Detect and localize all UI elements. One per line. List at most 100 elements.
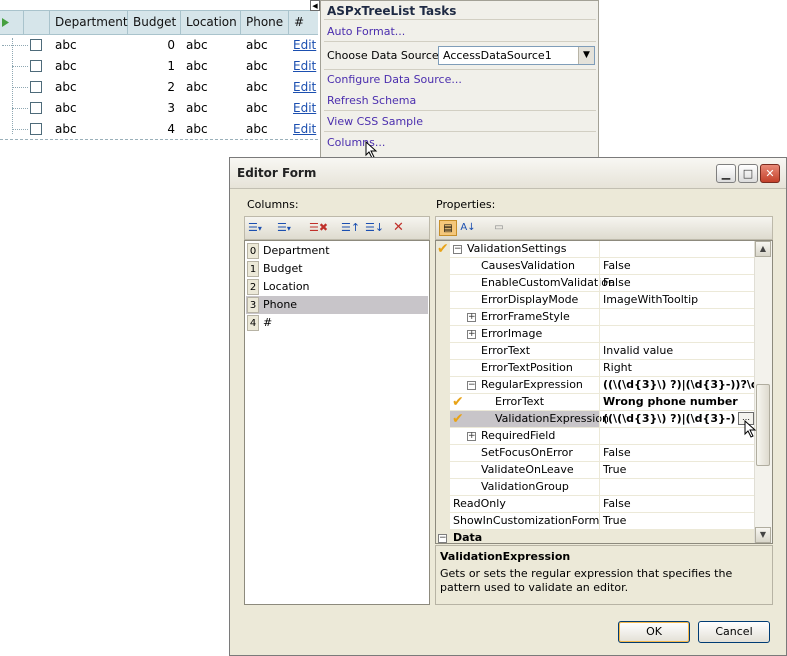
column-name: Department: [263, 244, 330, 257]
separator: [324, 131, 596, 132]
property-value[interactable]: [599, 479, 756, 495]
row-checkbox[interactable]: [30, 81, 42, 93]
title-bar[interactable]: Editor Form ▁ □ ✕: [230, 158, 786, 189]
category-row[interactable]: − Data: [436, 530, 756, 543]
column-header-phone[interactable]: Phone: [241, 11, 289, 34]
property-value[interactable]: [599, 326, 756, 342]
list-item[interactable]: 2 Location: [246, 278, 428, 296]
property-row[interactable]: + ErrorImage: [436, 326, 756, 343]
property-row[interactable]: ShowInCustomizationForm True: [436, 513, 756, 530]
remove-column-button[interactable]: ☰✖: [309, 220, 328, 236]
property-grid: ✔ − ValidationSettings CausesValidation …: [435, 240, 773, 544]
property-value[interactable]: False: [599, 275, 756, 291]
property-value[interactable]: [599, 428, 756, 444]
ok-button[interactable]: OK: [618, 621, 690, 643]
move-up-button[interactable]: ☰↑: [341, 220, 360, 236]
minimize-button[interactable]: ▁: [716, 164, 736, 183]
column-header-location[interactable]: Location: [181, 11, 241, 34]
property-value[interactable]: Invalid value: [599, 343, 756, 359]
property-row[interactable]: ✔ ErrorText Wrong phone number: [436, 394, 756, 411]
property-row-selected[interactable]: ✔ ValidationExpression ((\(\d{3}\) ?)|(\…: [436, 411, 756, 428]
scroll-down-icon[interactable]: ▼: [755, 527, 771, 543]
edit-link[interactable]: Edit: [293, 98, 316, 119]
edit-link[interactable]: Edit: [293, 56, 316, 77]
maximize-button[interactable]: □: [738, 164, 758, 183]
close-button[interactable]: ✕: [760, 164, 780, 183]
delete-button[interactable]: ✕: [393, 220, 404, 236]
view-css-sample-link[interactable]: View CSS Sample: [327, 115, 423, 128]
chevron-down-icon[interactable]: ▼: [578, 47, 594, 64]
property-row[interactable]: ErrorDisplayMode ImageWithTooltip: [436, 292, 756, 309]
property-value[interactable]: [599, 309, 756, 325]
property-value[interactable]: [599, 241, 756, 257]
row-margin: [436, 462, 450, 479]
expand-icon[interactable]: +: [467, 432, 476, 441]
expand-icon[interactable]: +: [467, 330, 476, 339]
column-name: Phone: [263, 298, 298, 311]
cancel-button[interactable]: Cancel: [698, 621, 770, 643]
property-value[interactable]: False: [599, 258, 756, 274]
row-checkbox[interactable]: [30, 60, 42, 72]
configure-data-source-link[interactable]: Configure Data Source...: [327, 73, 462, 86]
move-down-button[interactable]: ☰↓: [365, 220, 384, 236]
property-value[interactable]: ((\(\d{3}\) ?)|(\d{3}-): [599, 411, 756, 427]
collapse-icon[interactable]: −: [467, 381, 476, 390]
categorized-button[interactable]: ▤: [439, 220, 457, 236]
property-row[interactable]: ReadOnly False: [436, 496, 756, 513]
expand-arrow-icon[interactable]: [2, 18, 9, 27]
description-title: ValidationExpression: [440, 550, 571, 563]
row-checkbox[interactable]: [30, 102, 42, 114]
list-item[interactable]: 0 Department: [246, 242, 428, 260]
vertical-scrollbar[interactable]: ▲ ▼: [754, 241, 772, 543]
scroll-up-icon[interactable]: ▲: [755, 241, 771, 257]
edit-link[interactable]: Edit: [293, 77, 316, 98]
property-value[interactable]: ((\(\d{3}\) ?)|(\d{3}-))?\d: [599, 377, 756, 393]
alphabetical-button[interactable]: A↓: [459, 220, 477, 236]
list-item-selected[interactable]: 3 Phone: [246, 296, 428, 314]
row-checkbox[interactable]: [30, 39, 42, 51]
column-header-department[interactable]: Department: [50, 11, 128, 34]
collapse-icon[interactable]: −: [453, 245, 462, 254]
property-value[interactable]: False: [599, 496, 756, 512]
property-row[interactable]: EnableCustomValidation False: [436, 275, 756, 292]
property-row[interactable]: + ErrorFrameStyle: [436, 309, 756, 326]
insert-column-button[interactable]: ☰▾: [277, 220, 291, 236]
list-item[interactable]: 4 #: [246, 314, 428, 332]
data-source-select[interactable]: AccessDataSource1 ▼: [438, 46, 595, 65]
auto-format-link[interactable]: Auto Format...: [327, 25, 405, 38]
edit-link[interactable]: Edit: [293, 119, 316, 140]
column-header-budget[interactable]: Budget: [128, 11, 181, 34]
property-row[interactable]: ErrorTextPosition Right: [436, 360, 756, 377]
property-row[interactable]: − RegularExpression ((\(\d{3}\) ?)|(\d{3…: [436, 377, 756, 394]
cell-phone: abc: [246, 122, 268, 136]
row-margin: [436, 292, 450, 309]
row-checkbox[interactable]: [30, 123, 42, 135]
property-value[interactable]: True: [599, 462, 756, 478]
column-index: 2: [247, 279, 259, 295]
column-header-hash[interactable]: #: [289, 11, 318, 34]
scrollbar-thumb[interactable]: [756, 384, 770, 466]
property-pages-button[interactable]: ▭: [490, 220, 508, 236]
data-source-label: Choose Data Source:: [327, 49, 443, 62]
property-row[interactable]: CausesValidation False: [436, 258, 756, 275]
move-up-icon: ☰↑: [341, 221, 361, 234]
property-row[interactable]: ✔ − ValidationSettings: [436, 241, 756, 258]
property-value[interactable]: False: [599, 445, 756, 461]
property-row[interactable]: ValidateOnLeave True: [436, 462, 756, 479]
property-row[interactable]: ErrorText Invalid value: [436, 343, 756, 360]
property-value[interactable]: Wrong phone number: [599, 394, 756, 410]
property-value[interactable]: Right: [599, 360, 756, 376]
property-row[interactable]: + RequiredField: [436, 428, 756, 445]
property-value[interactable]: ImageWithTooltip: [599, 292, 756, 308]
list-item[interactable]: 1 Budget: [246, 260, 428, 278]
property-row[interactable]: SetFocusOnError False: [436, 445, 756, 462]
expand-icon[interactable]: +: [467, 313, 476, 322]
property-value[interactable]: True: [599, 513, 756, 529]
add-column-button[interactable]: ☰▾: [248, 220, 262, 236]
mouse-cursor-icon: [744, 420, 757, 438]
collapse-icon[interactable]: −: [438, 534, 447, 543]
edit-link[interactable]: Edit: [293, 35, 316, 56]
property-row[interactable]: ValidationGroup: [436, 479, 756, 496]
refresh-schema-link[interactable]: Refresh Schema: [327, 94, 416, 107]
smart-tag-arrow-icon[interactable]: ◀: [310, 0, 320, 11]
